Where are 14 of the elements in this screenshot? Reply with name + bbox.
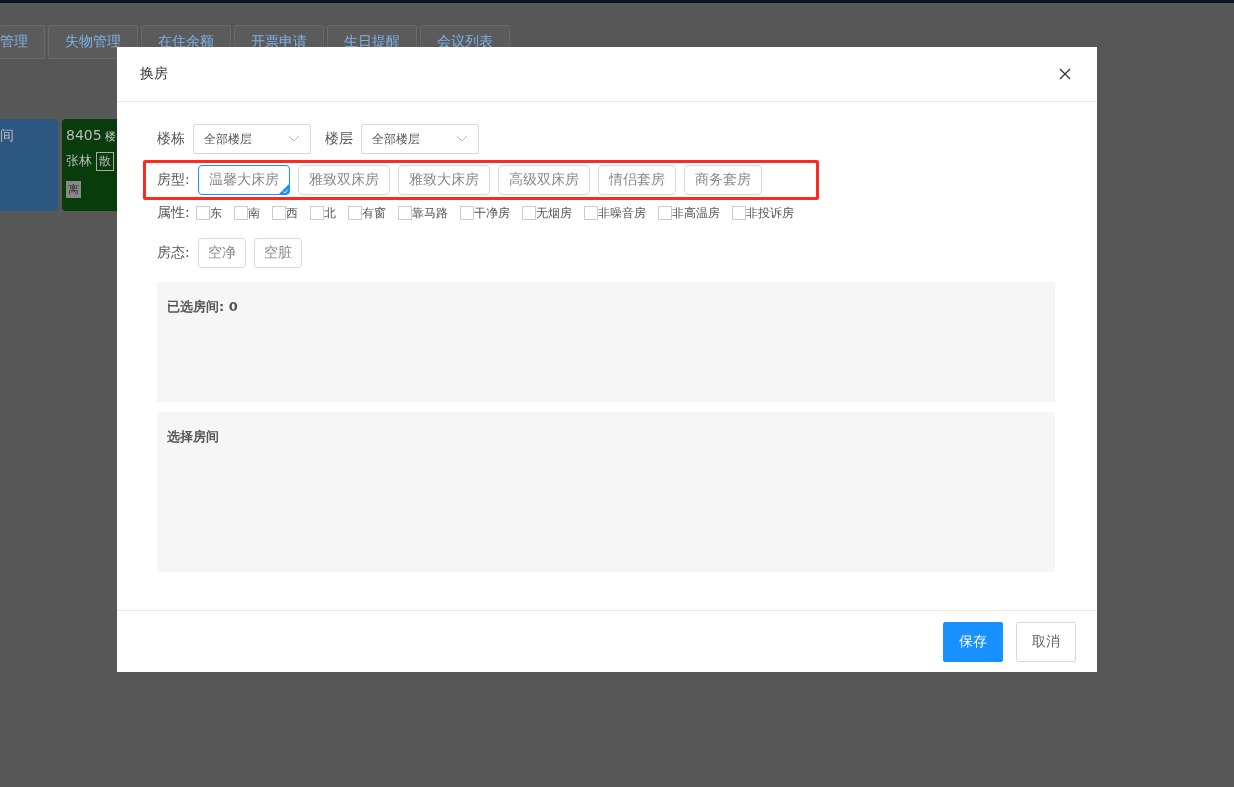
dialog-title: 换房 xyxy=(140,65,168,83)
building-label: 楼 xyxy=(104,129,116,144)
panel-title: 已选房间: 0 xyxy=(167,299,238,314)
guest-name: 张林 xyxy=(66,152,92,170)
status-badge: 离 xyxy=(66,181,81,198)
filter-label: 楼栋 xyxy=(157,130,185,148)
room-state-label: 房态: xyxy=(157,244,190,262)
filter-label: 楼层 xyxy=(325,130,353,148)
room-type-label: 房型: xyxy=(157,171,190,189)
attribute-label: 属性: xyxy=(157,204,190,222)
guest-tag: 散 xyxy=(96,152,114,171)
panel-title: 选择房间 xyxy=(167,429,219,444)
room-number: 间 xyxy=(0,127,14,145)
room-number: 8405 xyxy=(66,127,102,143)
